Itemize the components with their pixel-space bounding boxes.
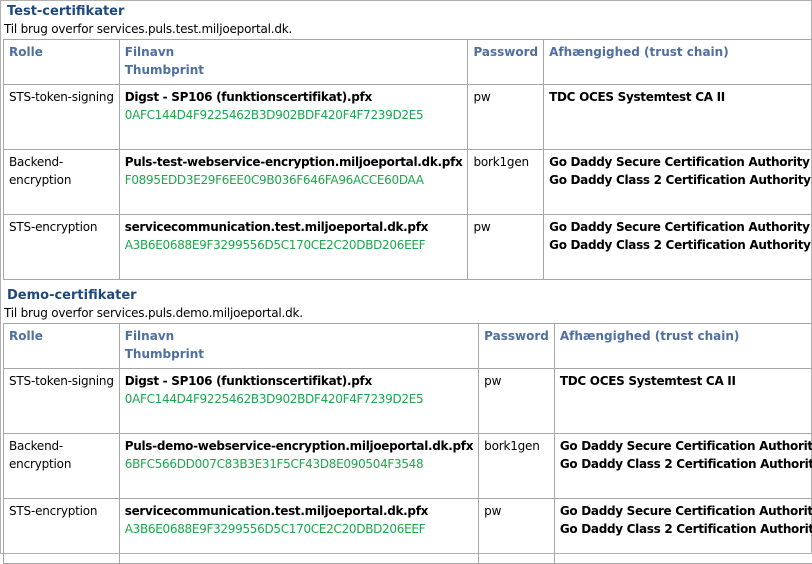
table-row: Backend- encryption Puls-demo-webservice… — [4, 434, 812, 499]
file-cell: Digst - SP106 (funktionscertifikat).pfx … — [119, 369, 478, 434]
chain-cell: TDC OCES Systemtest CA II — [544, 85, 812, 150]
chain-text: TDC OCES Systemtest CA II — [549, 88, 811, 106]
role-cell: STS-encryption — [4, 215, 120, 280]
header-password: Password — [479, 324, 555, 369]
header-chain: Afhængighed (trust chain) — [544, 40, 812, 85]
role-text: encryption — [9, 171, 114, 189]
chain-text: Go Daddy Secure Certification Authority — [549, 153, 811, 171]
chain-text: Go Daddy Class 2 Certification Authority — [560, 455, 812, 473]
section-title: Test-certifikater — [7, 4, 124, 19]
filename-text: Digst - SP106 (funktionscertifikat).pfx — [125, 372, 473, 390]
role-cell: Backend- encryption — [4, 150, 120, 215]
role-text: Backend- — [9, 437, 114, 455]
section-subtitle: Til brug overfor services.puls.demo.milj… — [4, 306, 303, 320]
thumbprint-text: F0895EDD3E29F6EE0C9B036F646FA96ACCE60DAA — [125, 171, 463, 189]
role-text: Backend- — [9, 153, 114, 171]
role-cell: STS-token-signing — [4, 369, 120, 434]
thumbprint-text: 0AFC144D4F9225462B3D902BDF420F4F7239D2E5 — [125, 390, 473, 408]
certificate-table: Rolle Filnavn Thumbprint Password Afhæng… — [3, 39, 812, 280]
header-thumbprint-label: Thumbprint — [125, 61, 463, 79]
thumbprint-text: 6BFC566DD007C83B3E31F5CF43D8E090504F3548 — [125, 455, 473, 473]
table-row: STS-token-signing Digst - SP106 (funktio… — [4, 85, 812, 150]
role-cell: Backend- encryption — [4, 434, 120, 499]
password-cell: pw — [479, 369, 555, 434]
chain-cell: Go Daddy Secure Certification Authority … — [544, 150, 812, 215]
password-cell: pw — [468, 85, 544, 150]
role-text: encryption — [9, 455, 114, 473]
password-cell: bork1gen — [479, 434, 555, 499]
file-cell: Puls-demo-webservice-encryption.miljoepo… — [119, 434, 478, 499]
header-chain: Afhængighed (trust chain) — [554, 324, 812, 369]
file-cell: Digst - SP106 (funktionscertifikat).pfx … — [119, 85, 468, 150]
header-filename-label: Filnavn — [125, 327, 473, 345]
password-cell: pw — [468, 215, 544, 280]
header-filename: Filnavn Thumbprint — [119, 324, 478, 369]
chain-text: Go Daddy Secure Certification Authority — [560, 437, 812, 455]
thumbprint-text: A3B6E0688E9F3299556D5C170CE2C20DBD206EEF — [125, 236, 463, 254]
section-title: Demo-certifikater — [7, 288, 137, 303]
role-text: STS-token-signing — [9, 88, 114, 106]
password-cell: bork1gen — [468, 150, 544, 215]
section-subtitle: Til brug overfor services.puls.test.milj… — [4, 22, 292, 36]
chain-text: Go Daddy Secure Certification Authority — [560, 502, 812, 520]
filename-text: servicecommunication.test.miljoeportal.d… — [125, 218, 463, 236]
role-cell: STS-token-signing — [4, 85, 120, 150]
chain-cell: TDC OCES Systemtest CA II — [554, 369, 812, 434]
thumbprint-text: A3B6E0688E9F3299556D5C170CE2C20DBD206EEF — [125, 520, 473, 538]
header-filename: Filnavn Thumbprint — [119, 40, 468, 85]
table-row: STS-token-signing Digst - SP106 (funktio… — [4, 369, 812, 434]
chain-text: Go Daddy Class 2 Certification Authority — [549, 236, 811, 254]
file-cell: Puls-test-webservice-encryption.miljoepo… — [119, 150, 468, 215]
chain-text: Go Daddy Secure Certification Authority — [549, 218, 811, 236]
chain-cell: Go Daddy Secure Certification Authority … — [554, 434, 812, 499]
role-text: STS-encryption — [9, 502, 114, 520]
chain-text: Go Daddy Class 2 Certification Authority — [560, 520, 812, 538]
table-header-row: Rolle Filnavn Thumbprint Password Afhæng… — [4, 324, 812, 369]
filename-text: Puls-test-webservice-encryption.miljoepo… — [125, 153, 463, 171]
header-password: Password — [468, 40, 544, 85]
role-text: STS-encryption — [9, 218, 114, 236]
table-row: Backend- encryption Puls-test-webservice… — [4, 150, 812, 215]
chain-text: TDC OCES Systemtest CA II — [560, 372, 812, 390]
filename-text: Digst - SP106 (funktionscertifikat).pfx — [125, 88, 463, 106]
thumbprint-text: 0AFC144D4F9225462B3D902BDF420F4F7239D2E5 — [125, 106, 463, 124]
filename-text: servicecommunication.test.miljoeportal.d… — [125, 502, 473, 520]
file-cell: servicecommunication.test.miljoeportal.d… — [119, 215, 468, 280]
filename-text: Puls-demo-webservice-encryption.miljoepo… — [125, 437, 473, 455]
chain-cell: Go Daddy Secure Certification Authority … — [544, 215, 812, 280]
header-thumbprint-label: Thumbprint — [125, 345, 473, 363]
table-row: STS-encryption servicecommunication.test… — [4, 215, 812, 280]
header-role: Rolle — [4, 324, 120, 369]
chain-text: Go Daddy Class 2 Certification Authority — [549, 171, 811, 189]
header-role: Rolle — [4, 40, 120, 85]
header-filename-label: Filnavn — [125, 43, 463, 61]
role-text: STS-token-signing — [9, 372, 114, 390]
table-header-row: Rolle Filnavn Thumbprint Password Afhæng… — [4, 40, 812, 85]
certificate-table: Rolle Filnavn Thumbprint Password Afhæng… — [3, 323, 812, 564]
